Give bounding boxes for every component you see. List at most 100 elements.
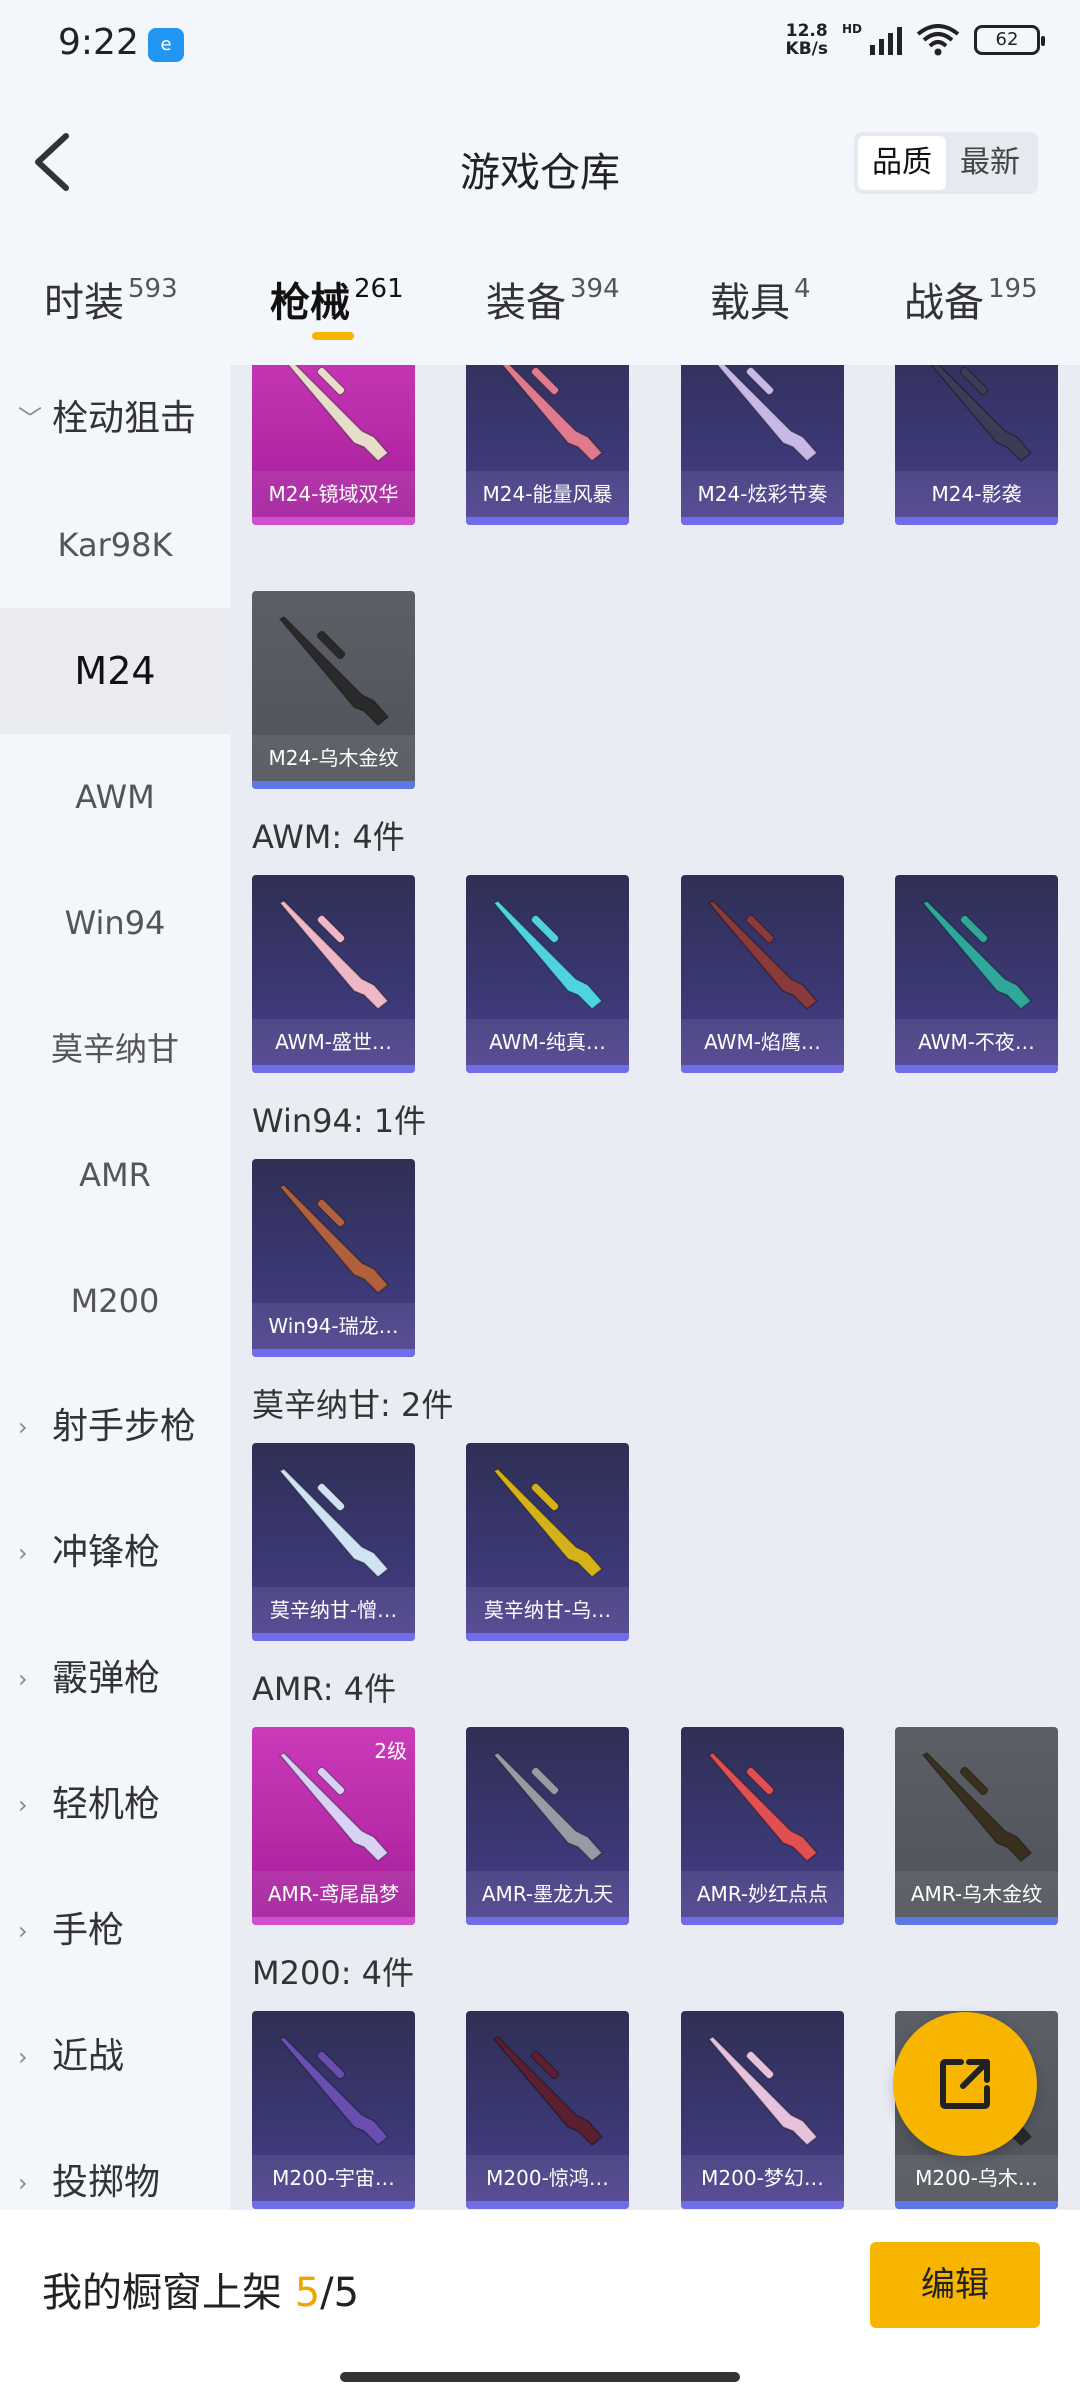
showcase-total-count: /5 — [320, 2270, 360, 2316]
skin-card[interactable]: M24-乌木金纹 — [252, 591, 415, 789]
chevron-right-icon: › — [18, 2169, 28, 2197]
skin-name: AMR-乌木金纹 — [895, 1871, 1058, 1917]
home-indicator[interactable] — [340, 2372, 740, 2382]
rarity-bar — [252, 1349, 415, 1357]
skin-card[interactable]: M24-炫彩节奏 — [681, 365, 844, 525]
sidebar-item-label: 冲锋枪 — [52, 1532, 161, 1573]
category-tabs: 时装 593 枪械 261 装备 394 载具 4 战备 195 — [0, 240, 1080, 365]
sidebar-item-label: 手枪 — [52, 1910, 125, 1951]
sidebar-item[interactable]: › 冲锋枪 — [0, 1490, 230, 1616]
rarity-bar — [895, 2201, 1058, 2209]
tab-label: 载具 — [710, 280, 790, 326]
rifle-icon — [492, 900, 604, 1011]
skin-card[interactable]: M24-影袭 — [895, 365, 1058, 525]
sidebar-item[interactable]: AWM — [0, 734, 230, 860]
group-title: AWM: 4件 — [252, 818, 405, 856]
skin-card[interactable]: AWM-盛世… — [252, 875, 415, 1073]
rarity-bar — [466, 517, 629, 525]
skin-name: M24-镜域双华 — [252, 471, 415, 517]
sidebar-item[interactable]: › 投掷物 — [0, 2120, 230, 2210]
rifle-icon — [278, 1184, 390, 1295]
network-speed-unit: KB/s — [785, 39, 828, 59]
rarity-bar — [252, 781, 415, 789]
chevron-down-icon: ﹀ — [18, 405, 42, 433]
rarity-bar — [681, 2201, 844, 2209]
tab-vehicles[interactable]: 载具 4 — [710, 270, 811, 330]
skin-card[interactable]: AWM-纯真… — [466, 875, 629, 1073]
skin-card[interactable]: 莫辛纳甘-乌… — [466, 1443, 629, 1641]
tab-combat-gear[interactable]: 战备 195 — [904, 270, 1038, 330]
sidebar-item[interactable]: › 霰弹枪 — [0, 1616, 230, 1742]
sidebar-item[interactable]: M200 — [0, 1238, 230, 1364]
skin-card[interactable]: AWM-焰鹰… — [681, 875, 844, 1073]
skin-name: AMR-妙红点点 — [681, 1871, 844, 1917]
rarity-bar — [252, 1917, 415, 1925]
tab-count: 261 — [354, 274, 404, 304]
group-title: AMR: 4件 — [252, 1670, 397, 1708]
sidebar-item-label: M200 — [70, 1282, 160, 1320]
rarity-bar — [466, 1633, 629, 1641]
tab-equipment[interactable]: 装备 394 — [486, 270, 620, 330]
skin-name: AWM-盛世… — [252, 1019, 415, 1065]
sidebar-item-label: 栓动狙击 — [52, 398, 197, 439]
skin-card[interactable]: AMR-妙红点点 — [681, 1727, 844, 1925]
skin-card[interactable]: AWM-不夜… — [895, 875, 1058, 1073]
sidebar-item[interactable]: ﹀ 栓动狙击 — [0, 365, 230, 482]
sort-latest-button[interactable]: 最新 — [946, 136, 1034, 190]
sidebar-item-label: 莫辛纳甘 — [50, 1030, 179, 1068]
skin-card[interactable]: M24-能量风暴 — [466, 365, 629, 525]
sidebar-item[interactable]: › 近战 — [0, 1994, 230, 2120]
sidebar-item[interactable]: › 手枪 — [0, 1868, 230, 1994]
rifle-icon — [930, 365, 1033, 463]
sidebar-item-label: AWM — [75, 778, 155, 816]
rarity-bar — [895, 1065, 1058, 1073]
share-button[interactable] — [893, 2012, 1037, 2156]
showcase-label: 我的橱窗上架 — [42, 2270, 282, 2316]
showcase-current-count: 5 — [294, 2270, 321, 2316]
skin-card[interactable]: M200-惊鸿… — [466, 2011, 629, 2209]
rifle-icon — [492, 1752, 604, 1863]
chevron-right-icon: › — [18, 1413, 28, 1441]
rifle-icon — [278, 900, 390, 1011]
skin-card[interactable]: AMR-墨龙九天 — [466, 1727, 629, 1925]
rifle-icon — [716, 365, 819, 463]
upgrade-level-badge: 2级 — [374, 1739, 407, 1763]
sidebar-item[interactable]: 莫辛纳甘 — [0, 986, 230, 1112]
rifle-icon — [287, 365, 390, 463]
sidebar-item[interactable]: Win94 — [0, 860, 230, 986]
rifle-icon — [492, 2036, 604, 2147]
tab-guns[interactable]: 枪械 261 — [270, 270, 404, 330]
rifle-icon — [492, 1468, 604, 1579]
rarity-bar — [895, 1917, 1058, 1925]
skin-name: M200-梦幻… — [681, 2155, 844, 2201]
sort-quality-button[interactable]: 品质 — [858, 136, 946, 190]
rifle-icon — [707, 1752, 819, 1863]
rarity-bar — [681, 1917, 844, 1925]
rarity-bar — [252, 2201, 415, 2209]
chevron-right-icon: › — [18, 1791, 28, 1819]
sidebar-item[interactable]: M24 — [0, 608, 230, 734]
wifi-icon — [916, 24, 960, 56]
skin-card[interactable]: 3级M24-镜域双华 — [252, 365, 415, 525]
skin-name: M24-影袭 — [895, 471, 1058, 517]
rifle-icon — [501, 365, 604, 463]
skin-card[interactable]: Win94-瑞龙… — [252, 1159, 415, 1357]
sidebar-item[interactable]: AMR — [0, 1112, 230, 1238]
external-link-icon — [940, 2059, 990, 2109]
skin-card[interactable]: AMR-乌木金纹 — [895, 1727, 1058, 1925]
skin-card[interactable]: 2级 AMR-鸢尾晶梦 — [252, 1727, 415, 1925]
sidebar-item[interactable]: › 射手步枪 — [0, 1364, 230, 1490]
signal-icon — [870, 25, 902, 55]
skin-card[interactable]: M200-梦幻… — [681, 2011, 844, 2209]
chevron-right-icon: › — [18, 1665, 28, 1693]
skin-card[interactable]: M200-宇宙… — [252, 2011, 415, 2209]
sidebar-item[interactable]: Kar98K — [0, 482, 230, 608]
sidebar-item[interactable]: › 轻机枪 — [0, 1742, 230, 1868]
rarity-bar — [466, 1917, 629, 1925]
tab-label: 战备 — [904, 280, 984, 326]
edit-button[interactable]: 编辑 — [870, 2242, 1040, 2328]
skin-card[interactable]: 莫辛纳甘-憎… — [252, 1443, 415, 1641]
skin-name: AWM-纯真… — [466, 1019, 629, 1065]
tab-fashion[interactable]: 时装 593 — [44, 270, 178, 330]
app-notification-icon: e — [148, 28, 184, 62]
